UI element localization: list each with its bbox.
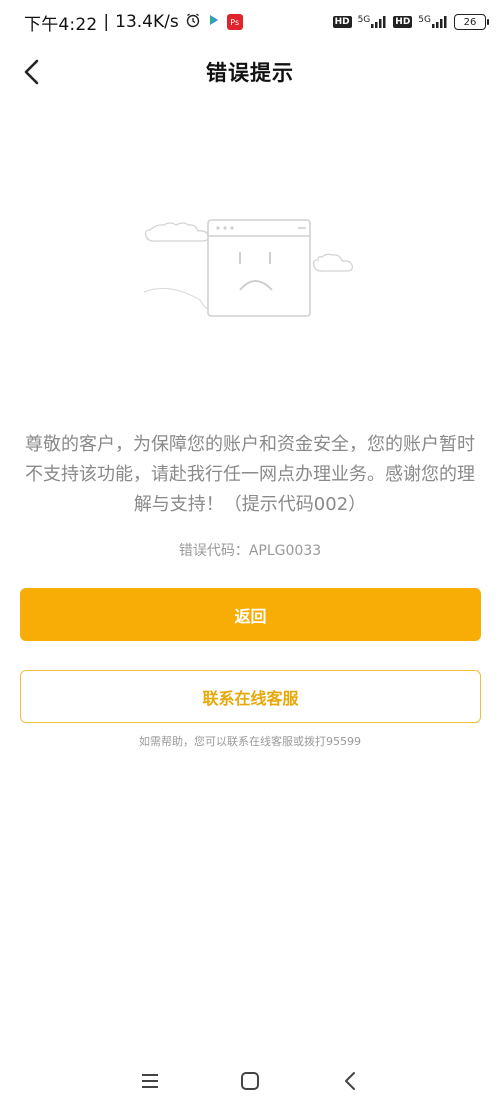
back-button[interactable] <box>16 54 48 90</box>
nav-menu-button[interactable] <box>130 1061 170 1101</box>
nav-back-button[interactable] <box>330 1061 370 1101</box>
signal-icon: 5G <box>418 16 448 28</box>
contact-online-service-button[interactable]: 联系在线客服 <box>20 670 481 723</box>
signal-icon: 5G <box>358 16 388 28</box>
back-triangle-icon <box>345 1072 355 1090</box>
alarm-icon <box>185 12 201 33</box>
sad-browser-window-icon <box>140 212 360 332</box>
network-type: 5G <box>418 15 431 25</box>
header-bar: 错误提示 <box>0 44 500 100</box>
hd-icon: HD <box>393 16 413 28</box>
home-square-icon <box>241 1072 259 1090</box>
network-type: 5G <box>357 15 371 25</box>
app-notification-icon: Ps <box>226 14 243 30</box>
status-bar: 下午4:22 | 13.4K/s Ps HD 5G HD 5G 26 <box>0 0 500 44</box>
page-title: 错误提示 <box>206 61 294 85</box>
help-text: 如需帮助，您可以联系在线客服或拨打95599 <box>139 735 361 748</box>
status-bar-left: 下午4:22 | 13.4K/s Ps <box>24 10 243 35</box>
nav-home-button[interactable] <box>230 1061 270 1101</box>
battery-icon: 26 <box>454 14 489 30</box>
status-bar-right: HD 5G HD 5G 26 <box>332 14 489 30</box>
screen: 下午4:22 | 13.4K/s Ps HD 5G HD 5G 26 错误提示 … <box>0 0 500 1111</box>
status-separator: | <box>103 12 110 32</box>
menu-icon <box>142 1074 158 1088</box>
hd-icon: HD <box>332 16 352 28</box>
status-time: 下午4:22 <box>24 14 98 35</box>
status-speed: 13.4K/s <box>115 12 179 32</box>
return-button[interactable]: 返回 <box>20 588 481 641</box>
play-store-icon <box>207 12 221 32</box>
error-message: 尊敬的客户，为保障您的账户和资金安全，您的账户暂时不支持该功能，请赴我行任一网点… <box>25 434 475 515</box>
back-chevron-icon <box>24 59 39 85</box>
system-nav-bar <box>0 1051 500 1111</box>
error-code: 错误代码：APLG0033 <box>178 543 322 559</box>
